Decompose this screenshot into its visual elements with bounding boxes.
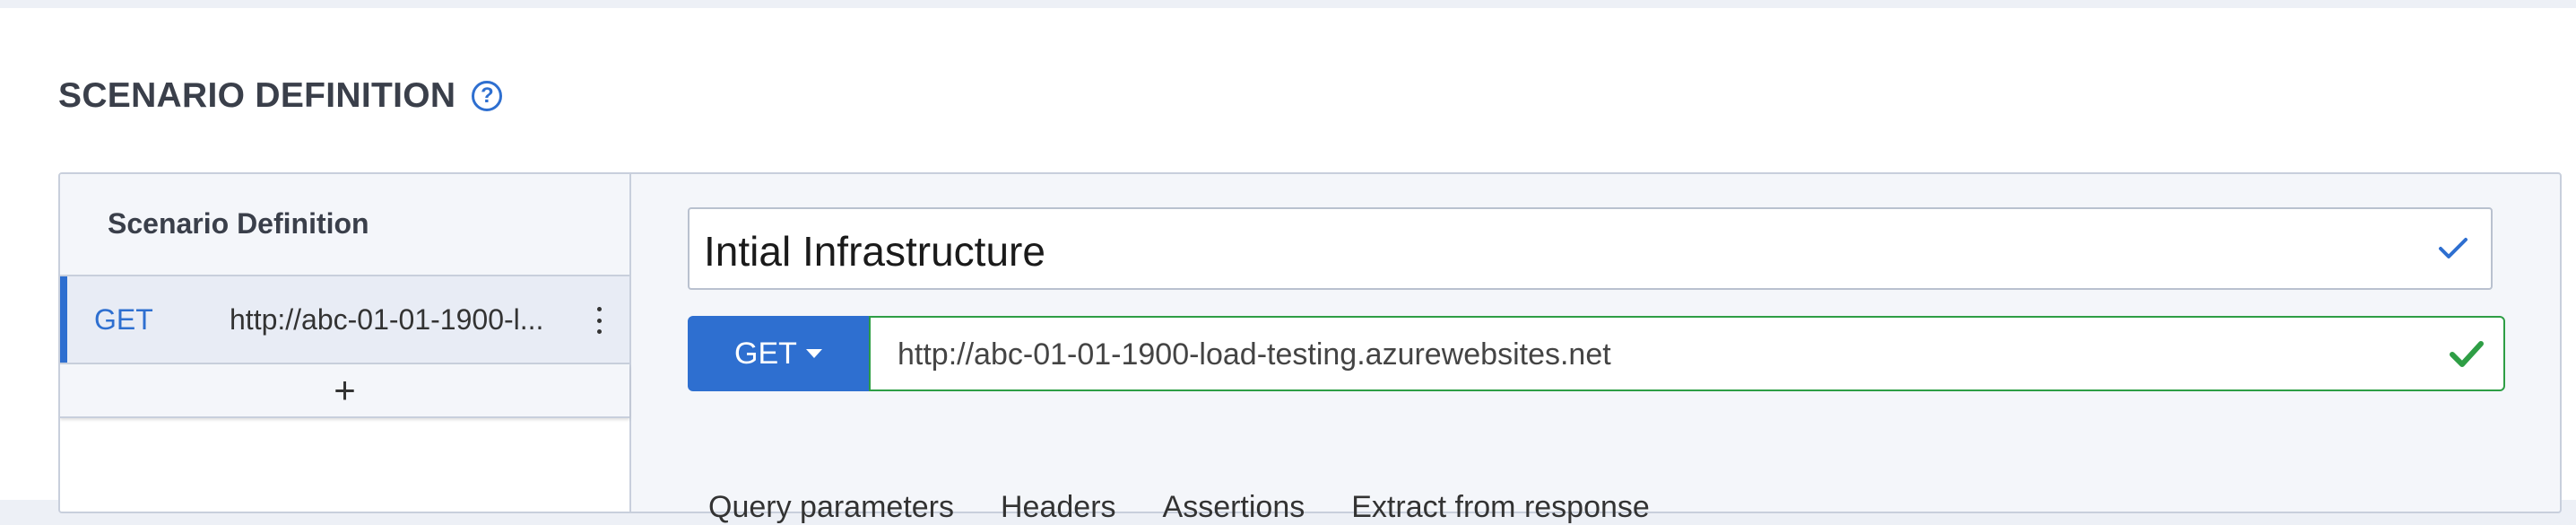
tab-extract-from-response[interactable]: Extract from response [1351, 490, 1650, 525]
section-title: SCENARIO DEFINITION [58, 76, 456, 115]
requests-panel-title: Scenario Definition [108, 207, 369, 240]
request-url-input[interactable]: http://abc-01-01-1900-load-testing.azure… [869, 316, 2505, 391]
caret-down-icon [805, 349, 822, 358]
section-header: SCENARIO DEFINITION ? [58, 76, 503, 116]
scenario-card: SCENARIO DEFINITION ? Scenario Definitio… [0, 8, 2576, 524]
tab-query-parameters[interactable]: Query parameters [708, 490, 954, 525]
request-name-input[interactable]: Intial Infrastructure [688, 207, 2493, 290]
request-name-value: Intial Infrastructure [704, 228, 1045, 275]
method-dropdown-button[interactable]: GET [688, 316, 869, 391]
checkmark-icon [2439, 238, 2468, 258]
kebab-menu-icon[interactable] [595, 307, 603, 334]
request-url-group: GET http://abc-01-01-1900-load-testing.a… [688, 316, 2505, 391]
help-icon[interactable]: ? [472, 81, 503, 111]
valid-check-icon [2450, 341, 2484, 367]
request-method: GET [94, 303, 153, 336]
tab-headers[interactable]: Headers [1001, 490, 1116, 525]
request-url: http://abc-01-01-1900-l... [230, 303, 544, 336]
request-url-value: http://abc-01-01-1900-load-testing.azure… [898, 337, 1611, 372]
request-list-item[interactable]: GET http://abc-01-01-1900-l... [60, 275, 629, 364]
requests-panel: Scenario Definition GET http://abc-01-01… [60, 174, 631, 512]
plus-icon: + [334, 369, 356, 411]
selected-indicator [60, 276, 67, 363]
add-request-button[interactable]: + [60, 364, 629, 418]
method-label: GET [734, 336, 797, 371]
requests-panel-header: Scenario Definition [60, 174, 629, 275]
request-tabs: Query parameters Headers Assertions Extr… [708, 490, 1650, 525]
tab-assertions[interactable]: Assertions [1163, 490, 1305, 525]
